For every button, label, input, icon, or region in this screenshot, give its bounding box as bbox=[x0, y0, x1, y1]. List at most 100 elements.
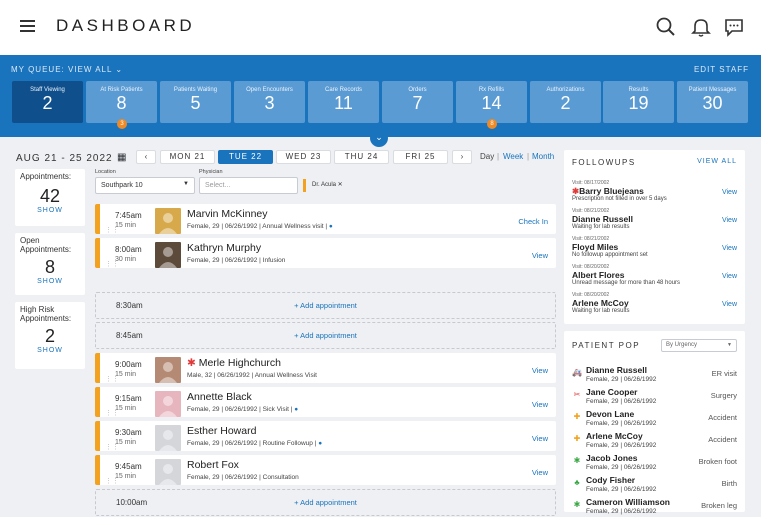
alert-badge: 3 bbox=[117, 119, 127, 129]
page-title: DASHBOARD bbox=[56, 16, 196, 35]
followup-view-button[interactable]: View bbox=[722, 217, 737, 224]
appointment-row[interactable]: ⋮⋮ 9:45am 15 min Robert Fox Female, 29 |… bbox=[95, 455, 556, 485]
view-month[interactable]: Month bbox=[532, 152, 554, 161]
patient-photo bbox=[155, 242, 181, 268]
patient-photo bbox=[155, 425, 181, 451]
location-label: Location bbox=[95, 169, 116, 175]
queue-tile[interactable]: Patients Waiting 5 bbox=[160, 81, 231, 123]
visit-reason: ER visit bbox=[711, 369, 737, 378]
followup-item: Visit: 08/20/2002 Albert Flores Unread m… bbox=[572, 264, 737, 286]
sort-select[interactable]: By Urgency ▼ bbox=[661, 339, 737, 352]
appointment-action-button[interactable]: View bbox=[532, 251, 548, 260]
view-day[interactable]: Day bbox=[480, 152, 494, 161]
queue-tile-count: 2 bbox=[560, 93, 571, 113]
followup-view-button[interactable]: View bbox=[722, 301, 737, 308]
patient-pop-item[interactable]: ✱ Jacob Jones Female, 29 | 06/26/1992 Br… bbox=[572, 453, 737, 473]
patient-info: Female, 29 | 06/26/1992 bbox=[586, 420, 657, 427]
day-tab[interactable]: MON 21 bbox=[160, 150, 215, 164]
patient-pop-item[interactable]: 🚑 Dianne Russell Female, 29 | 06/26/1992… bbox=[572, 365, 737, 385]
bell-icon[interactable] bbox=[690, 16, 712, 38]
chat-icon[interactable] bbox=[723, 16, 745, 38]
appointment-action-button[interactable]: View bbox=[532, 366, 548, 375]
followup-name: Barry Bluejeans bbox=[579, 186, 644, 196]
patient-name: Marvin McKinney bbox=[187, 208, 268, 220]
edit-staff-link[interactable]: EDIT STAFF bbox=[694, 65, 749, 74]
patient-photo bbox=[155, 208, 181, 234]
show-appointments-button[interactable]: SHOW bbox=[15, 207, 85, 214]
queue-tile[interactable]: Rx Refills 14 8 bbox=[456, 81, 527, 129]
menu-icon[interactable] bbox=[20, 20, 35, 32]
followup-name: Arlene McCoy bbox=[572, 298, 629, 308]
show-high-risk-button[interactable]: SHOW bbox=[15, 347, 85, 354]
queue-tile[interactable]: Open Encounters 3 bbox=[234, 81, 305, 123]
appointment-action-button[interactable]: View bbox=[532, 434, 548, 443]
queue-tile-count: 11 bbox=[334, 93, 353, 113]
day-tab[interactable]: THU 24 bbox=[334, 150, 389, 164]
queue-tile-count: 7 bbox=[412, 93, 423, 113]
patient-info: Female, 29 | 06/26/1992 bbox=[586, 486, 657, 493]
add-appointment-button[interactable]: + Add appointment bbox=[96, 331, 555, 340]
day-tab[interactable]: TUE 22 bbox=[218, 150, 273, 164]
queue-tile-count: 3 bbox=[264, 93, 275, 113]
queue-tile[interactable]: Care Records 11 bbox=[308, 81, 379, 123]
search-icon[interactable] bbox=[655, 16, 677, 38]
appointment-action-button[interactable]: View bbox=[532, 468, 548, 477]
queue-tile[interactable]: Staff Viewing 2 bbox=[12, 81, 83, 123]
queue-tile[interactable]: Results 19 bbox=[603, 81, 674, 123]
physician-select[interactable]: Select... bbox=[199, 177, 298, 194]
show-open-appointments-button[interactable]: SHOW bbox=[15, 278, 85, 285]
followup-item: Visit: 08/20/2002 Arlene McCoy Waiting f… bbox=[572, 292, 737, 314]
patient-name: Arlene McCoy bbox=[586, 431, 643, 441]
day-tab[interactable]: WED 23 bbox=[276, 150, 331, 164]
ambulance-icon: 🚑 bbox=[572, 368, 582, 377]
followup-item: Visit: 08/21/2002 Dianne Russell Waiting… bbox=[572, 208, 737, 230]
appointment-row[interactable]: ⋮⋮ 9:30am 15 min Esther Howard Female, 2… bbox=[95, 421, 556, 451]
queue-tile[interactable]: Authorizations 2 bbox=[530, 81, 601, 123]
appointment-action-button[interactable]: View bbox=[532, 400, 548, 409]
add-appointment-button[interactable]: + Add appointment bbox=[96, 301, 555, 310]
patient-photo bbox=[155, 391, 181, 417]
patient-pop-item[interactable]: ✚ Devon Lane Female, 29 | 06/26/1992 Acc… bbox=[572, 409, 737, 429]
chevron-down-icon[interactable]: ⌄ bbox=[370, 129, 388, 147]
location-select[interactable]: Southpark 10 ▼ bbox=[95, 177, 195, 194]
followup-name: Albert Flores bbox=[572, 270, 625, 280]
followups-view-all[interactable]: VIEW ALL bbox=[697, 158, 737, 165]
physician-chip[interactable]: Dr. Acula ✕ bbox=[303, 179, 343, 192]
appointment-row[interactable]: ⋮⋮ 9:00am 15 min ✱ Merle Highchurch Male… bbox=[95, 353, 556, 383]
alert-badge: 8 bbox=[487, 119, 497, 129]
patient-pop-item[interactable]: ✱ Cameron Williamson Female, 29 | 06/26/… bbox=[572, 497, 737, 517]
caret-down-icon: ▼ bbox=[727, 342, 732, 348]
patient-name: Esther Howard bbox=[187, 425, 257, 437]
followup-view-button[interactable]: View bbox=[722, 189, 737, 196]
add-appointment-button[interactable]: + Add appointment bbox=[96, 498, 555, 507]
followup-view-button[interactable]: View bbox=[722, 273, 737, 280]
appointment-row[interactable]: ⋮⋮ 7:45am 15 min Marvin McKinney Female,… bbox=[95, 204, 556, 234]
day-tab[interactable]: FRI 25 bbox=[393, 150, 448, 164]
appointment-duration: 15 min bbox=[115, 473, 137, 480]
patient-pop-item[interactable]: ✂ Jane Cooper Female, 29 | 06/26/1992 Su… bbox=[572, 387, 737, 407]
visit-reason: Surgery bbox=[710, 391, 737, 400]
patient-name: Cody Fisher bbox=[586, 475, 636, 485]
followup-name: Floyd Miles bbox=[572, 242, 619, 252]
queue-tile[interactable]: Orders 7 bbox=[382, 81, 453, 123]
patient-pop-item[interactable]: ✚ Arlene McCoy Female, 29 | 06/26/1992 A… bbox=[572, 431, 737, 451]
patient-name: Merle Highchurch bbox=[198, 357, 282, 369]
followup-view-button[interactable]: View bbox=[722, 245, 737, 252]
queue-tile[interactable]: At Risk Patients 83 bbox=[86, 81, 157, 129]
patient-name: Kathryn Murphy bbox=[187, 242, 262, 254]
next-week-button[interactable]: › bbox=[452, 150, 472, 164]
view-week[interactable]: Week bbox=[503, 152, 523, 161]
appointment-row[interactable]: ⋮⋮ 9:15am 15 min Annette Black Female, 2… bbox=[95, 387, 556, 417]
date-range: AUG 21 - 25 2022 bbox=[16, 153, 113, 164]
queue-tile[interactable]: Patient Messages 30 bbox=[677, 81, 748, 123]
appointment-action-button[interactable]: Check In bbox=[518, 217, 548, 226]
patient-pop-title: PATIENT POP bbox=[572, 341, 641, 350]
calendar-icon[interactable]: ▦ bbox=[117, 152, 126, 163]
queue-tile-count: 14 bbox=[481, 93, 502, 113]
queue-view-all[interactable]: MY QUEUE: VIEW ALL ⌄ bbox=[11, 65, 123, 74]
prev-week-button[interactable]: ‹ bbox=[136, 150, 156, 164]
appointment-row[interactable]: ⋮⋮ 8:00am 30 min Kathryn Murphy Female, … bbox=[95, 238, 556, 268]
followup-note: Unread message for more than 48 hours bbox=[572, 280, 681, 286]
patient-pop-item[interactable]: ♣ Cody Fisher Female, 29 | 06/26/1992 Bi… bbox=[572, 475, 737, 495]
high-risk-star-icon: ✱ bbox=[187, 357, 199, 369]
